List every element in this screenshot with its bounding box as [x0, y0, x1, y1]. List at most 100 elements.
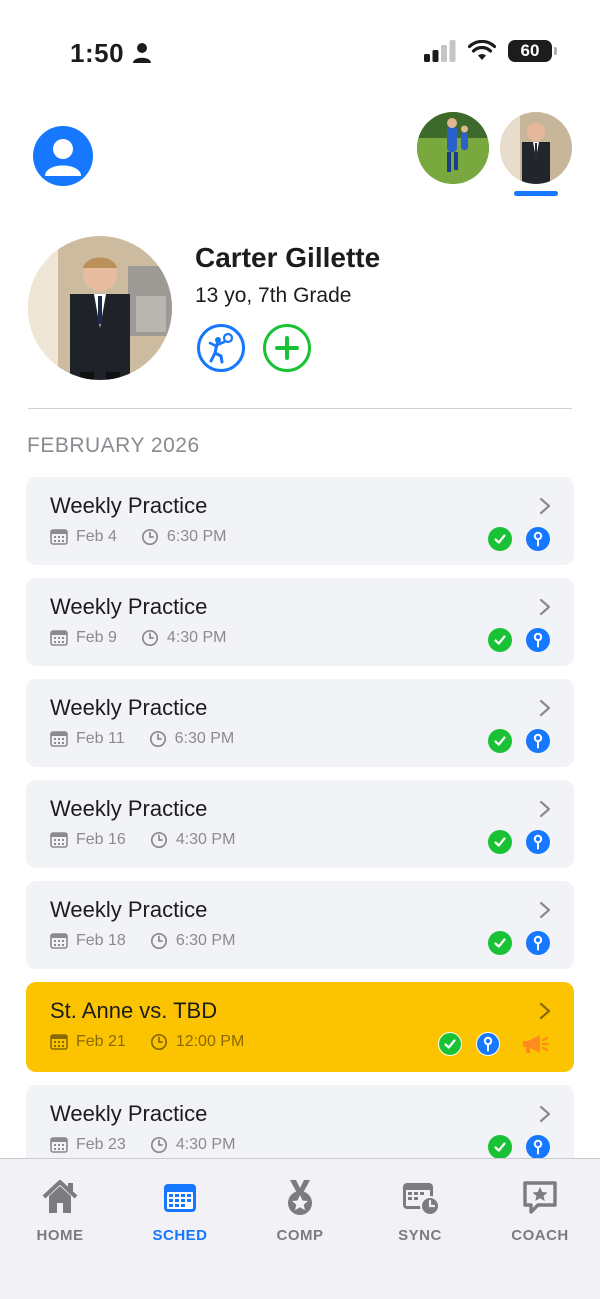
event-time: 4:30 PM: [150, 1136, 236, 1154]
location-pin-icon: [526, 1135, 550, 1159]
event-meta: Feb 23 4:30 PM: [50, 1136, 259, 1154]
rsvp-check-icon: [488, 830, 512, 854]
tab-home-label: HOME: [36, 1227, 84, 1244]
calendar-icon: [50, 529, 68, 545]
event-time: 4:30 PM: [150, 831, 236, 849]
profile-photo-image: [28, 236, 172, 380]
rsvp-check-icon: [488, 729, 512, 753]
event-time-text: 6:30 PM: [175, 932, 236, 949]
event-date: Feb 9: [50, 629, 117, 647]
location-pin-icon: [476, 1032, 500, 1056]
event-title: St. Anne vs. TBD: [50, 998, 218, 1023]
month-header: FEBRUARY 2026: [27, 434, 200, 457]
event-time-text: 6:30 PM: [166, 528, 227, 545]
event-date-text: Feb 16: [76, 831, 126, 848]
event-time-text: 4:30 PM: [175, 1136, 236, 1153]
event-time-text: 6:30 PM: [174, 730, 235, 747]
home-icon: [42, 1180, 78, 1213]
event-time-text: 4:30 PM: [175, 831, 236, 848]
event-date: Feb 16: [50, 831, 126, 849]
event-card[interactable]: Weekly Practice Feb 4 6:30 PM: [26, 477, 574, 565]
event-date: Feb 21: [50, 1033, 126, 1051]
add-sport-button[interactable]: [263, 324, 311, 372]
status-indicators: 60: [424, 40, 557, 62]
clock-icon: [150, 1033, 167, 1051]
event-meta: Feb 9 4:30 PM: [50, 629, 251, 647]
tab-comp[interactable]: COMP: [250, 1177, 350, 1244]
tab-sync[interactable]: SYNC: [370, 1177, 470, 1244]
athlete-avatar-2[interactable]: [500, 112, 572, 184]
event-card[interactable]: Weekly Practice Feb 16 4:30 PM: [26, 780, 574, 868]
tab-coach[interactable]: COACH: [490, 1177, 590, 1244]
medal-icon: [288, 1180, 312, 1215]
plus-icon: [275, 336, 299, 360]
clock-icon: [141, 629, 158, 647]
event-title: Weekly Practice: [50, 493, 208, 518]
athlete-photo-soccer: [417, 112, 489, 184]
profile-photo: [28, 236, 172, 380]
tab-bar: HOME SCHED COMP SYNC COACH: [0, 1158, 600, 1299]
event-meta: Feb 4 6:30 PM: [50, 528, 251, 546]
athlete-photo-suit: [500, 112, 572, 184]
event-card-game[interactable]: St. Anne vs. TBD Feb 21 12:00 PM: [26, 982, 574, 1072]
status-time: 1:50: [70, 38, 125, 68]
event-meta: Feb 11 6:30 PM: [50, 730, 258, 748]
event-card[interactable]: Weekly Practice Feb 9 4:30 PM: [26, 578, 574, 666]
event-status-icons: [488, 830, 550, 854]
account-button[interactable]: [33, 126, 93, 186]
event-time: 6:30 PM: [149, 730, 235, 748]
status-bar: 1:50 60: [0, 0, 600, 100]
event-title: Weekly Practice: [50, 897, 208, 922]
sport-button[interactable]: [197, 324, 245, 372]
event-time: 4:30 PM: [141, 629, 227, 647]
event-meta: Feb 16 4:30 PM: [50, 831, 259, 849]
chevron-right-icon: [539, 699, 551, 717]
event-date-text: Feb 21: [76, 1033, 126, 1050]
tab-sched[interactable]: SCHED: [130, 1177, 230, 1244]
calendar-icon: [50, 630, 68, 646]
event-status-icons: [488, 729, 550, 753]
battery-indicator: 60: [508, 40, 557, 62]
megaphone-icon: [523, 1035, 550, 1053]
event-time-text: 4:30 PM: [166, 629, 227, 646]
cellular-signal-icon: [424, 40, 456, 62]
clock-icon: [150, 932, 167, 950]
clock-icon: [150, 1136, 167, 1154]
event-card[interactable]: Weekly Practice Feb 11 6:30 PM: [26, 679, 574, 767]
event-time-text: 12:00 PM: [175, 1033, 245, 1050]
athlete-age-grade: 13 yo, 7th Grade: [195, 284, 352, 307]
event-card[interactable]: Weekly Practice Feb 18 6:30 PM: [26, 881, 574, 969]
event-status-icons: [488, 628, 550, 652]
athlete-name: Carter Gillette: [195, 242, 381, 273]
coach-chat-icon: [523, 1181, 557, 1214]
event-time: 6:30 PM: [150, 932, 236, 950]
event-status-icons: [488, 1135, 550, 1159]
event-date-text: Feb 11: [76, 730, 125, 747]
calendar-icon: [50, 731, 68, 747]
event-time: 12:00 PM: [150, 1033, 244, 1051]
chevron-right-icon: [539, 800, 551, 818]
wifi-icon: [468, 40, 496, 60]
user-icon: [45, 139, 81, 176]
tab-sync-label: SYNC: [398, 1227, 442, 1244]
chevron-right-icon: [539, 1105, 551, 1123]
event-title: Weekly Practice: [50, 1101, 208, 1126]
clock-icon: [141, 528, 158, 546]
clock-icon: [149, 730, 166, 748]
person-icon: [133, 43, 151, 63]
calendar-icon: [50, 1034, 68, 1050]
event-date-text: Feb 18: [76, 932, 126, 949]
calendar-icon: [164, 1184, 196, 1212]
clock-icon: [150, 831, 167, 849]
rsvp-check-icon: [488, 628, 512, 652]
calendar-icon: [50, 832, 68, 848]
athlete-avatar-1[interactable]: [417, 112, 489, 184]
tab-sched-label: SCHED: [152, 1227, 208, 1244]
rsvp-check-icon: [488, 527, 512, 551]
section-divider: [28, 408, 572, 409]
location-pin-icon: [526, 527, 550, 551]
chevron-right-icon: [539, 598, 551, 616]
event-title: Weekly Practice: [50, 796, 208, 821]
tab-coach-label: COACH: [511, 1227, 569, 1244]
tab-home[interactable]: HOME: [10, 1177, 110, 1244]
